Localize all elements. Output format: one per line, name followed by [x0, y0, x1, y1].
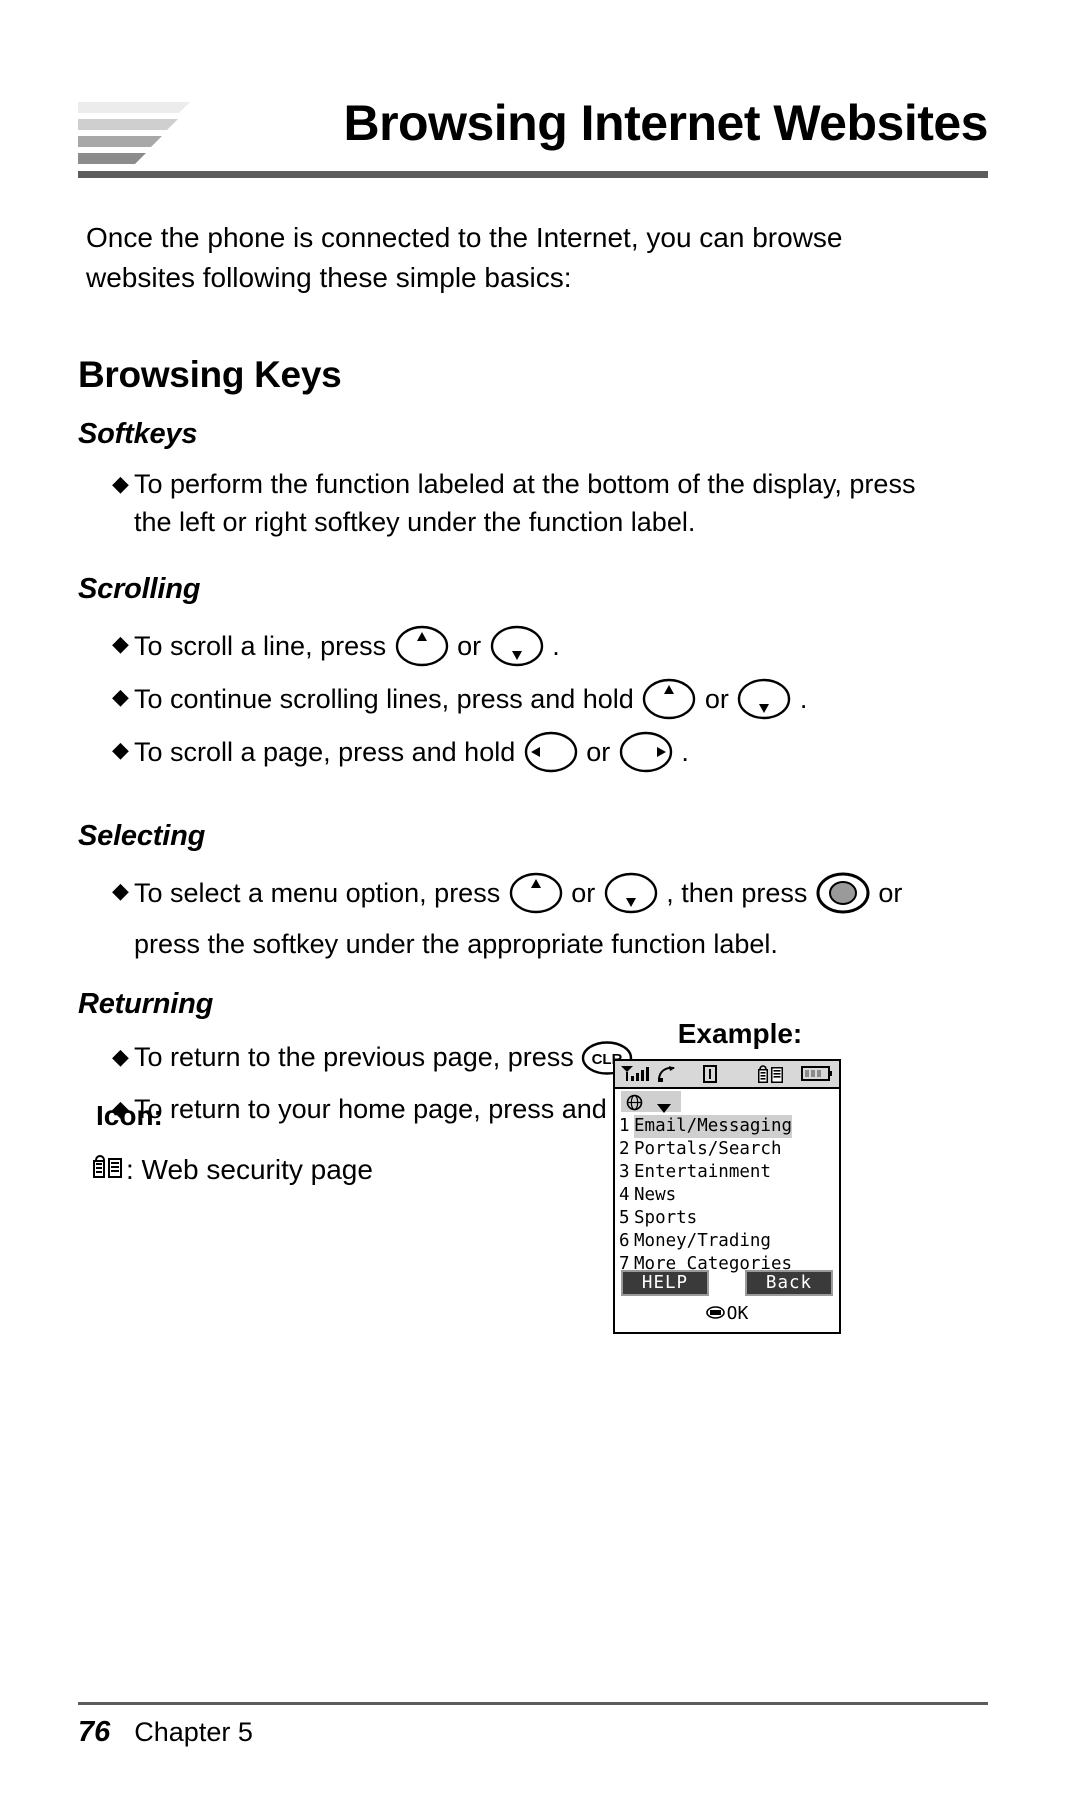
subsection-heading-selecting: Selecting [78, 820, 206, 852]
scroll-down-key-icon [489, 625, 545, 667]
bullet-text: To scroll a line, press [134, 631, 387, 661]
scroll-down-key-icon [736, 678, 792, 720]
bullet-text-cont: press the softkey under the appropriate … [134, 929, 778, 959]
bullet-text: or [457, 631, 482, 661]
menu-item[interactable]: 6 Money/Trading [615, 1230, 839, 1253]
bullet-selecting-1-cont: press the softkey under the appropriate … [134, 925, 994, 963]
page-header: Browsing Internet Websites [78, 92, 989, 184]
intro-line-1: Once the phone is connected to the Inter… [86, 222, 843, 253]
document-page: Browsing Internet Websites Once the phon… [0, 0, 1080, 1800]
bullet-text: To return to the previous page, press [134, 1042, 574, 1072]
phone-ok-hint: OK [615, 1300, 839, 1326]
roaming-icon [657, 1065, 677, 1087]
softkey-back-button[interactable]: Back [745, 1270, 833, 1296]
menu-item-number: 3 [619, 1162, 630, 1182]
bullet-diamond-icon: ◆ [112, 1044, 129, 1069]
ok-select-key-icon [815, 872, 871, 914]
bullet-text: , then press [666, 878, 808, 908]
menu-item[interactable]: 4 News [615, 1184, 839, 1207]
menu-item-number: 4 [619, 1185, 630, 1205]
bullet-text: To continue scrolling lines, press and h… [134, 684, 634, 714]
bullet-text: To perform the function labeled at the b… [134, 469, 916, 499]
bullet-softkeys-1: ◆ To perform the function labeled at the… [112, 465, 992, 503]
menu-item-label: Email/Messaging [634, 1115, 793, 1138]
bullet-text: To scroll a page, press and hold [134, 737, 516, 767]
ok-key-glyph-icon [705, 1303, 725, 1324]
scroll-up-key-icon [508, 872, 564, 914]
subsection-heading-softkeys: Softkeys [78, 418, 198, 450]
bullet-text: or [586, 737, 611, 767]
page-footer: 76 Chapter 5 [78, 1716, 988, 1749]
intro-paragraph: Once the phone is connected to the Inter… [86, 218, 984, 298]
scroll-down-key-icon [603, 872, 659, 914]
menu-item-number: 6 [619, 1231, 630, 1251]
chapter-label: Chapter 5 [134, 1717, 253, 1747]
bullet-text: or [571, 878, 596, 908]
footer-divider [78, 1702, 988, 1705]
bullet-text: To return to your home page, press and h… [134, 1094, 666, 1124]
bullet-diamond-icon: ◆ [112, 737, 129, 762]
chevron-stack-logo-icon [78, 94, 190, 166]
browser-menu-list: 1 Email/Messaging 2 Portals/Search 3 Ent… [615, 1115, 839, 1276]
battery-icon [801, 1066, 833, 1086]
menu-item-number: 5 [619, 1208, 630, 1228]
page-title: Browsing Internet Websites [343, 95, 988, 151]
section-heading-browsing-keys: Browsing Keys [78, 354, 342, 395]
menu-item[interactable]: 3 Entertainment [615, 1161, 839, 1184]
bullet-diamond-icon: ◆ [112, 878, 129, 903]
bullet-text: To select a menu option, press [134, 878, 501, 908]
bullet-diamond-icon: ◆ [112, 684, 129, 709]
icon-legend-text: : Web security page [126, 1153, 373, 1185]
subsection-heading-scrolling: Scrolling [78, 573, 201, 605]
menu-item[interactable]: 1 Email/Messaging [615, 1115, 839, 1138]
softkey-help-button[interactable]: HELP [621, 1270, 709, 1296]
signal-strength-icon [620, 1065, 654, 1087]
phone-content-area: 1 Email/Messaging 2 Portals/Search 3 Ent… [615, 1089, 839, 1332]
globe-icon[interactable] [626, 1094, 643, 1115]
ok-hint-text: OK [726, 1302, 749, 1324]
browser-toolbar [615, 1089, 839, 1115]
menu-item-label: Sports [634, 1208, 698, 1228]
scroll-up-key-icon [641, 678, 697, 720]
bullet-text: or [878, 878, 903, 908]
bullet-text: . [799, 684, 808, 714]
icon-legend-heading: Icon: [96, 1100, 163, 1131]
page-number: 76 [78, 1716, 111, 1748]
phone-screen-mockup: 1 Email/Messaging 2 Portals/Search 3 Ent… [613, 1059, 841, 1334]
subsection-heading-returning: Returning [78, 988, 214, 1020]
bullet-scrolling-2: ◆ To continue scrolling lines, press and… [112, 678, 992, 720]
web-security-icon [757, 1064, 785, 1088]
scroll-right-key-icon [618, 731, 674, 773]
menu-item-label: Money/Trading [634, 1231, 771, 1251]
icon-legend-row: : Web security page [90, 1150, 373, 1189]
menu-item[interactable]: 2 Portals/Search [615, 1138, 839, 1161]
bullet-returning-2: ◆ To return to your home page, press and… [112, 1090, 992, 1128]
bullet-text-cont: the left or right softkey under the func… [134, 507, 696, 537]
phone-softkey-bar: HELP Back [615, 1270, 839, 1298]
intro-line-2: websites following these simple basics: [86, 262, 572, 293]
bullet-softkeys-1-cont: the left or right softkey under the func… [134, 503, 994, 541]
bullet-scrolling-1: ◆ To scroll a line, press or . [112, 625, 992, 667]
web-security-icon [90, 1150, 124, 1189]
bullet-text: or [704, 684, 729, 714]
scroll-left-key-icon [523, 731, 579, 773]
menu-item-label: News [634, 1185, 677, 1205]
header-divider [78, 171, 988, 178]
menu-item-label: Entertainment [634, 1162, 771, 1182]
bullet-returning-1: ◆ To return to the previous page, press … [112, 1038, 992, 1076]
menu-item-number: 1 [619, 1116, 630, 1136]
bullet-text: . [552, 631, 560, 661]
bullet-diamond-icon: ◆ [112, 471, 129, 496]
bullet-scrolling-3: ◆ To scroll a page, press and hold or . [112, 731, 992, 773]
scroll-up-key-icon [394, 625, 450, 667]
voice-privacy-icon [703, 1065, 717, 1087]
menu-item-label: Portals/Search [634, 1139, 782, 1159]
bullet-text: . [681, 737, 689, 767]
bullet-diamond-icon: ◆ [112, 631, 129, 656]
phone-status-bar [615, 1061, 839, 1089]
bullet-selecting-1: ◆ To select a menu option, press or , th… [112, 872, 1002, 914]
menu-item[interactable]: 5 Sports [615, 1207, 839, 1230]
example-label: Example: [677, 1018, 803, 1049]
menu-item-number: 2 [619, 1139, 630, 1159]
